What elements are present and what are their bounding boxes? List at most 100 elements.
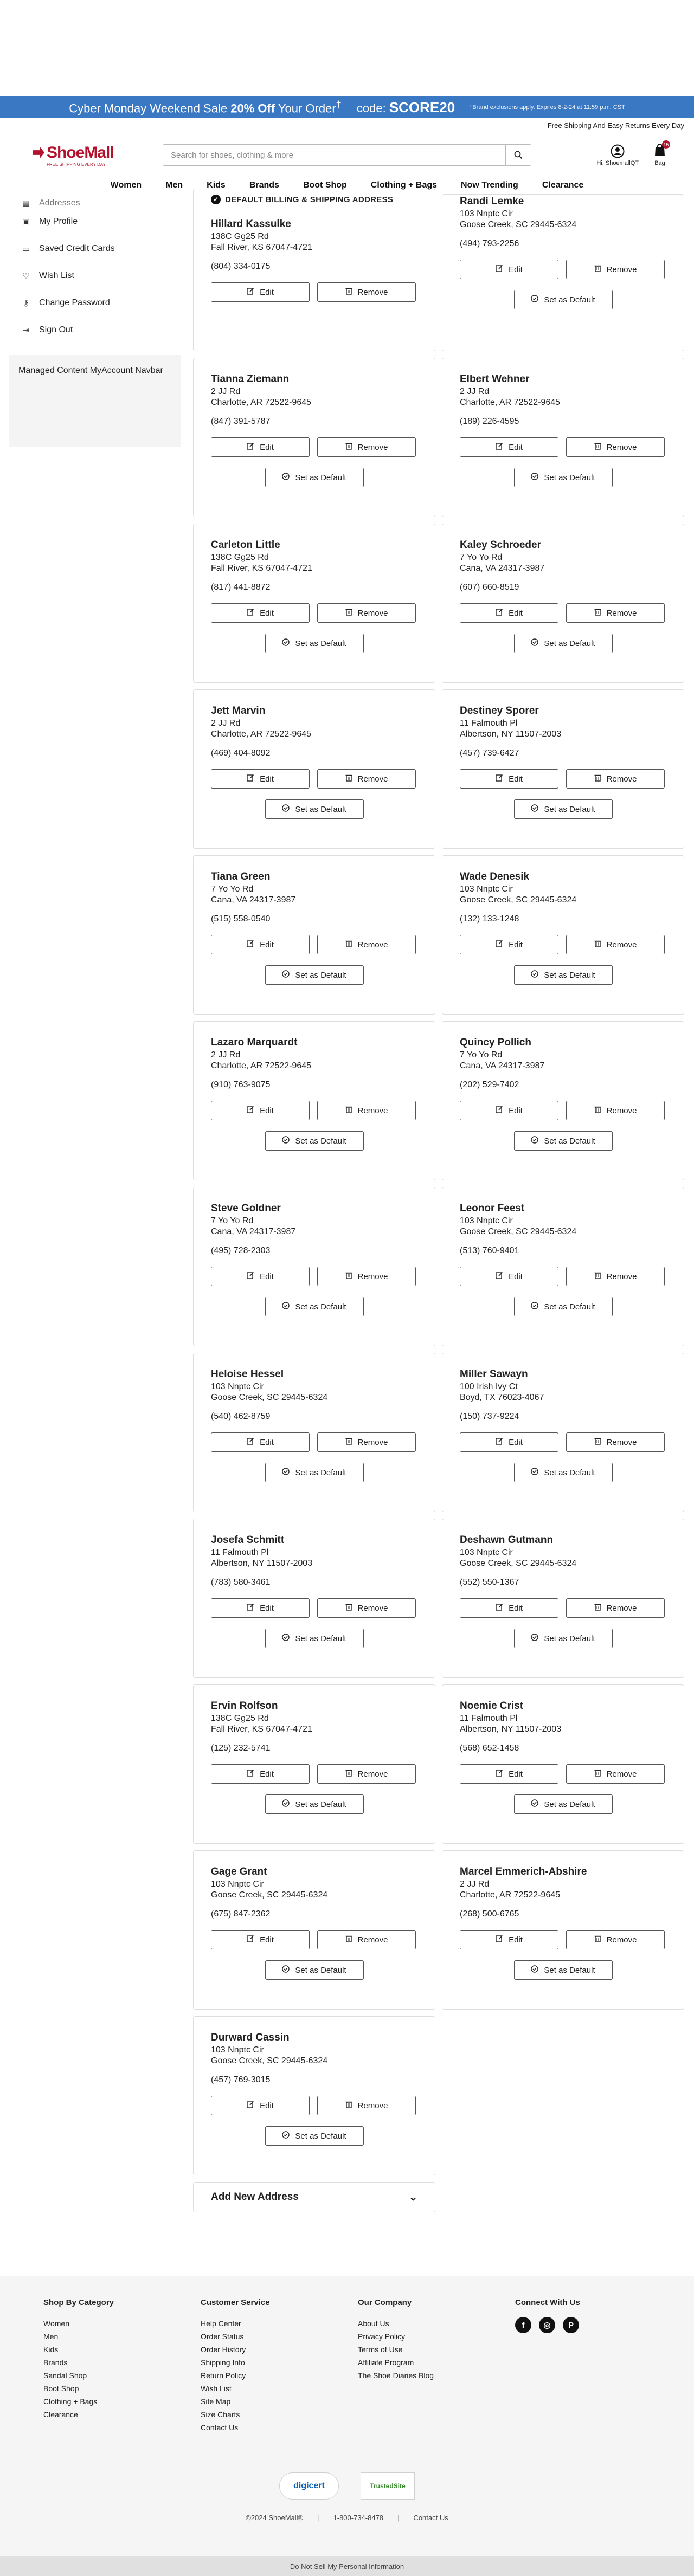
set-default-button[interactable]: Set as Default (513, 1297, 613, 1316)
set-default-button[interactable]: Set as Default (265, 1629, 364, 1648)
contact-us-link[interactable]: Contact Us (413, 2514, 448, 2522)
set-default-button[interactable]: Set as Default (513, 634, 613, 653)
remove-address-button[interactable]: Remove (566, 935, 665, 954)
remove-address-button[interactable]: Remove (566, 1598, 665, 1618)
set-default-button[interactable]: Set as Default (265, 468, 364, 487)
sidebar-item-change-password[interactable]: ⚷ Change Password (9, 289, 181, 317)
edit-address-button[interactable]: Edit (211, 769, 310, 789)
footer-link[interactable]: Order History (201, 2343, 358, 2356)
edit-address-button[interactable]: Edit (460, 603, 558, 623)
edit-address-button[interactable]: Edit (460, 1267, 558, 1286)
do-not-sell-link[interactable]: Do Not Sell My Personal Information (0, 2556, 694, 2576)
remove-address-button[interactable]: Remove (566, 1764, 665, 1784)
edit-address-button[interactable]: Edit (460, 1432, 558, 1452)
footer-link[interactable]: Site Map (201, 2395, 358, 2408)
footer-link[interactable]: Kids (43, 2343, 201, 2356)
nav-women[interactable]: Women (111, 180, 142, 190)
remove-address-button[interactable]: Remove (317, 603, 416, 623)
edit-address-button[interactable]: Edit (211, 1101, 310, 1120)
edit-address-button[interactable]: Edit (460, 935, 558, 954)
edit-address-button[interactable]: Edit (211, 1598, 310, 1618)
search-button[interactable] (505, 144, 531, 166)
edit-address-button[interactable]: Edit (460, 260, 558, 279)
edit-address-button[interactable]: Edit (211, 935, 310, 954)
footer-link[interactable]: Boot Shop (43, 2382, 201, 2395)
bag-button[interactable]: 15 Bag (654, 140, 670, 166)
edit-address-button[interactable]: Edit (460, 1598, 558, 1618)
set-default-button[interactable]: Set as Default (513, 468, 613, 487)
set-default-button[interactable]: Set as Default (513, 965, 613, 985)
footer-link[interactable]: Sandal Shop (43, 2369, 201, 2382)
edit-address-button[interactable]: Edit (211, 603, 310, 623)
set-default-button[interactable]: Set as Default (513, 1131, 613, 1151)
utility-dropdown[interactable] (10, 118, 145, 133)
edit-address-button[interactable]: Edit (211, 437, 310, 457)
remove-address-button[interactable]: Remove (317, 1598, 416, 1618)
set-default-button[interactable]: Set as Default (265, 634, 364, 653)
remove-address-button[interactable]: Remove (566, 1930, 665, 1949)
edit-address-button[interactable]: Edit (211, 1930, 310, 1949)
sidebar-item-wish-list[interactable]: ♡ Wish List (9, 262, 181, 289)
remove-address-button[interactable]: Remove (566, 1101, 665, 1120)
set-default-button[interactable]: Set as Default (513, 1629, 613, 1648)
set-default-button[interactable]: Set as Default (513, 1960, 613, 1980)
sidebar-item-my-profile[interactable]: ▣ My Profile (9, 208, 181, 235)
footer-link[interactable]: Brands (43, 2356, 201, 2369)
set-default-button[interactable]: Set as Default (265, 799, 364, 819)
footer-link[interactable]: Affiliate Program (358, 2356, 515, 2369)
edit-address-button[interactable]: Edit (460, 437, 558, 457)
remove-address-button[interactable]: Remove (566, 603, 665, 623)
edit-address-button[interactable]: Edit (460, 769, 558, 789)
set-default-button[interactable]: Set as Default (513, 799, 613, 819)
footer-link[interactable]: Size Charts (201, 2408, 358, 2421)
remove-address-button[interactable]: Remove (566, 260, 665, 279)
edit-address-button[interactable]: Edit (460, 1764, 558, 1784)
account-button[interactable]: Hi, ShoemallQT (596, 144, 639, 166)
footer-link[interactable]: Order Status (201, 2330, 358, 2343)
footer-link[interactable]: Privacy Policy (358, 2330, 515, 2343)
footer-link[interactable]: Wish List (201, 2382, 358, 2395)
nav-now-trending[interactable]: Now Trending (461, 180, 518, 190)
footer-link[interactable]: Clearance (43, 2408, 201, 2421)
remove-address-button[interactable]: Remove (566, 1267, 665, 1286)
logo[interactable]: ShoeMall FREE SHIPPING EVERY DAY (33, 144, 119, 167)
footer-link[interactable]: Help Center (201, 2317, 358, 2330)
set-default-button[interactable]: Set as Default (513, 1794, 613, 1814)
add-new-address-button[interactable]: Add New Address ⌄ (193, 2182, 435, 2212)
remove-address-button[interactable]: Remove (566, 769, 665, 789)
trustedsite-badge[interactable]: TrustedSite (361, 2472, 415, 2500)
sidebar-item-saved-credit-cards[interactable]: ▭ Saved Credit Cards (9, 235, 181, 262)
search-input[interactable] (163, 144, 505, 166)
facebook-icon[interactable]: f (515, 2317, 531, 2333)
edit-address-button[interactable]: Edit (211, 282, 310, 302)
edit-address-button[interactable]: Edit (211, 1764, 310, 1784)
footer-link[interactable]: About Us (358, 2317, 515, 2330)
set-default-button[interactable]: Set as Default (265, 1297, 364, 1316)
edit-address-button[interactable]: Edit (211, 1432, 310, 1452)
remove-address-button[interactable]: Remove (317, 1764, 416, 1784)
footer-link[interactable]: Clothing + Bags (43, 2395, 201, 2408)
set-default-button[interactable]: Set as Default (265, 965, 364, 985)
remove-address-button[interactable]: Remove (317, 1930, 416, 1949)
remove-address-button[interactable]: Remove (317, 282, 416, 302)
set-default-button[interactable]: Set as Default (513, 1463, 613, 1482)
sidebar-item-sign-out[interactable]: ⇥ Sign Out (9, 317, 181, 344)
footer-link[interactable]: The Shoe Diaries Blog (358, 2369, 515, 2382)
edit-address-button[interactable]: Edit (211, 2096, 310, 2115)
remove-address-button[interactable]: Remove (317, 2096, 416, 2115)
remove-address-button[interactable]: Remove (317, 935, 416, 954)
instagram-icon[interactable]: ◎ (539, 2317, 555, 2333)
set-default-button[interactable]: Set as Default (265, 1960, 364, 1980)
nav-men[interactable]: Men (165, 180, 183, 190)
set-default-button[interactable]: Set as Default (265, 1463, 364, 1482)
sidebar-item-addresses[interactable]: ▤ Addresses (9, 194, 181, 208)
remove-address-button[interactable]: Remove (566, 437, 665, 457)
footer-link[interactable]: Return Policy (201, 2369, 358, 2382)
set-default-button[interactable]: Set as Default (265, 1131, 364, 1151)
nav-clearance[interactable]: Clearance (542, 180, 584, 190)
remove-address-button[interactable]: Remove (566, 1432, 665, 1452)
remove-address-button[interactable]: Remove (317, 437, 416, 457)
set-default-button[interactable]: Set as Default (513, 290, 613, 309)
edit-address-button[interactable]: Edit (460, 1930, 558, 1949)
remove-address-button[interactable]: Remove (317, 1267, 416, 1286)
